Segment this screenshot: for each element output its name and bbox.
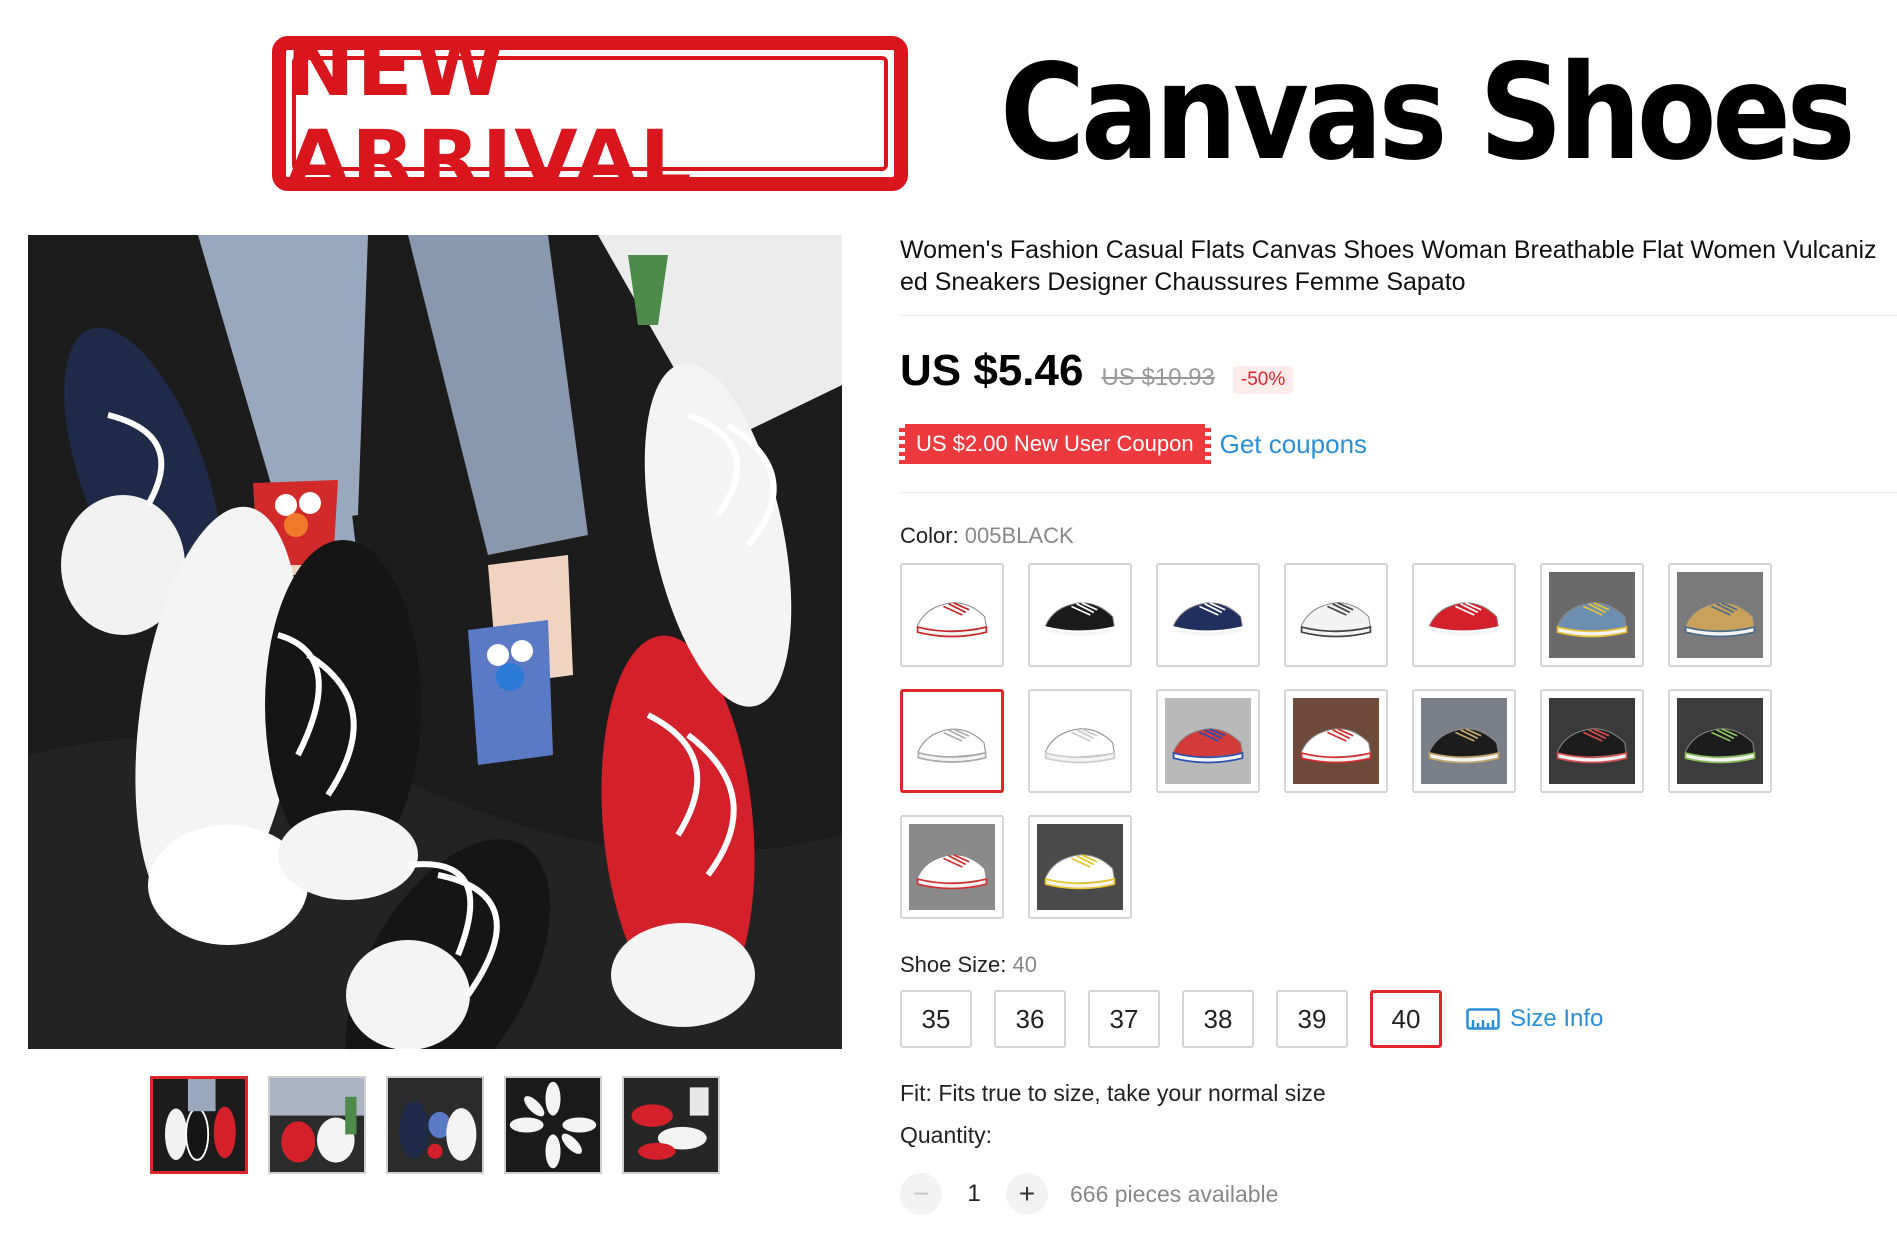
size-option[interactable]: 39 [1276, 990, 1348, 1048]
color-swatch[interactable] [900, 563, 1004, 667]
color-swatch[interactable] [1028, 689, 1132, 793]
shoe-thumbnail [909, 572, 995, 658]
increase-quantity-button[interactable]: + [1006, 1173, 1048, 1215]
size-option[interactable]: 35 [900, 990, 972, 1048]
color-swatch[interactable] [900, 689, 1004, 793]
size-options: 35 36 37 38 39 40 Size Info [900, 990, 1603, 1048]
shoe-thumbnail [1549, 572, 1635, 658]
gallery-thumb-1[interactable] [150, 1076, 248, 1174]
main-product-image[interactable] [28, 235, 842, 1049]
current-price: US $5.46 [900, 346, 1084, 395]
new-user-coupon[interactable]: US $2.00 New User Coupon [899, 424, 1211, 464]
gallery-thumb-5[interactable] [622, 1076, 720, 1174]
shoe-thumbnail [1037, 824, 1123, 910]
decrease-quantity-button[interactable]: − [900, 1173, 942, 1215]
fit-note: Fit: Fits true to size, take your normal… [900, 1080, 1326, 1106]
quantity-value[interactable]: 1 [960, 1180, 988, 1208]
color-label-text: Color: [900, 523, 965, 548]
original-price: US $10.93 [1101, 364, 1215, 391]
shoe-thumbnail [1677, 698, 1763, 784]
size-option[interactable]: 36 [994, 990, 1066, 1048]
color-swatch[interactable] [1284, 689, 1388, 793]
shoe-thumbnail [1421, 698, 1507, 784]
size-info-link[interactable]: Size Info [1466, 1005, 1603, 1033]
size-option[interactable]: 40 [1370, 990, 1442, 1048]
shoe-thumbnail [909, 824, 995, 910]
color-swatch[interactable] [1668, 689, 1772, 793]
color-swatch[interactable] [1540, 563, 1644, 667]
shoe-thumbnail [1421, 572, 1507, 658]
quantity-stepper: − 1 + 666 pieces available [900, 1173, 1278, 1215]
color-swatch[interactable] [1028, 815, 1132, 919]
size-info-label: Size Info [1510, 1005, 1604, 1032]
image-gallery [150, 1076, 720, 1174]
color-label: Color: 005BLACK [900, 523, 1074, 549]
selected-color-value: 005BLACK [964, 523, 1074, 548]
product-info-panel: Women's Fashion Casual Flats Canvas Shoe… [899, 0, 1897, 1235]
price-row: US $5.46 US $10.93 -50% [900, 346, 1294, 396]
color-swatch[interactable] [1540, 689, 1644, 793]
quantity-label: Quantity: [900, 1122, 993, 1148]
shoe-thumbnail [1549, 698, 1635, 784]
divider [900, 315, 1897, 316]
size-label-text: Shoe Size: [900, 952, 1013, 977]
color-swatch[interactable] [1412, 689, 1516, 793]
shoe-thumbnail [1165, 698, 1251, 784]
gallery-thumb-2[interactable] [268, 1076, 366, 1174]
shoe-thumbnail [910, 699, 994, 783]
coupon-row: US $2.00 New User Coupon Get coupons [899, 424, 1367, 464]
new-arrival-stamp: NEW ARRIVAL [272, 23, 908, 204]
shoe-thumbnail [1677, 572, 1763, 658]
sneakers-photo [28, 235, 842, 1049]
size-label: Shoe Size: 40 [900, 952, 1037, 978]
ruler-icon [1466, 1008, 1500, 1030]
color-swatch[interactable] [1412, 563, 1516, 667]
stock-available: 666 pieces available [1070, 1180, 1279, 1207]
product-title: Women's Fashion Casual Flats Canvas Shoe… [900, 236, 1877, 296]
discount-badge: -50% [1232, 366, 1294, 394]
shoe-thumbnail [1293, 698, 1379, 784]
selected-size-value: 40 [1012, 952, 1037, 977]
get-coupons-link[interactable]: Get coupons [1220, 429, 1367, 460]
gallery-thumb-4[interactable] [504, 1076, 602, 1174]
gallery-thumb-3[interactable] [386, 1076, 484, 1174]
shoe-thumbnail [1037, 698, 1123, 784]
color-swatches [900, 563, 1800, 919]
size-option[interactable]: 37 [1088, 990, 1160, 1048]
color-swatch[interactable] [1668, 563, 1772, 667]
stamp-text: NEW ARRIVAL [286, 23, 694, 204]
size-option[interactable]: 38 [1182, 990, 1254, 1048]
shoe-thumbnail [1037, 572, 1123, 658]
color-swatch[interactable] [900, 815, 1004, 919]
shoe-thumbnail [1165, 572, 1251, 658]
color-swatch[interactable] [1156, 689, 1260, 793]
shoe-thumbnail [1293, 572, 1379, 658]
color-swatch[interactable] [1028, 563, 1132, 667]
color-swatch[interactable] [1156, 563, 1260, 667]
divider [900, 492, 1897, 493]
color-swatch[interactable] [1284, 563, 1388, 667]
